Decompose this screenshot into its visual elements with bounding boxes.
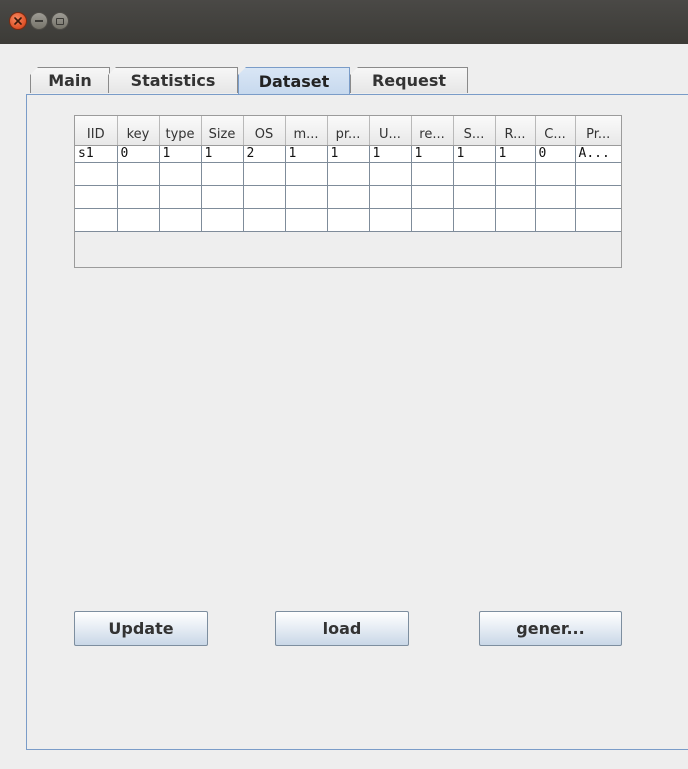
- table-body: s1 0 1 1 2 1 1 1 1 1 1 0 A...: [75, 145, 621, 232]
- table-cell[interactable]: [243, 162, 286, 186]
- tab-dataset-label: Dataset: [258, 71, 330, 91]
- column-header[interactable]: key: [117, 116, 160, 146]
- table-cell[interactable]: 0: [117, 145, 160, 163]
- table-cell[interactable]: [117, 208, 160, 232]
- table-cell[interactable]: [453, 162, 496, 186]
- table-cell[interactable]: [575, 208, 621, 232]
- table-cell[interactable]: [201, 185, 244, 209]
- table-cell[interactable]: [159, 208, 202, 232]
- column-header[interactable]: Pr...: [575, 116, 621, 146]
- column-header[interactable]: type: [159, 116, 202, 146]
- table-cell[interactable]: [327, 162, 370, 186]
- table-row[interactable]: [75, 208, 621, 232]
- app-window: Main Statistics Dataset Request IID key ty…: [0, 0, 688, 769]
- tab-request[interactable]: Request: [350, 67, 468, 93]
- table-cell[interactable]: [411, 208, 454, 232]
- close-glyph: [14, 17, 22, 25]
- maximize-icon[interactable]: [51, 12, 69, 30]
- table-row[interactable]: s1 0 1 1 2 1 1 1 1 1 1 0 A...: [75, 145, 621, 163]
- table-cell[interactable]: [327, 185, 370, 209]
- table-cell[interactable]: [535, 208, 576, 232]
- table-cell[interactable]: [575, 162, 621, 186]
- table-cell[interactable]: [453, 208, 496, 232]
- table-cell[interactable]: [369, 185, 412, 209]
- minimize-icon[interactable]: [30, 12, 48, 30]
- table-cell[interactable]: [495, 185, 536, 209]
- tab-statistics-label: Statistics: [130, 71, 216, 90]
- tab-request-label: Request: [371, 71, 447, 90]
- table-cell[interactable]: 1: [495, 145, 536, 163]
- table-cell[interactable]: [159, 185, 202, 209]
- table-cell[interactable]: [369, 162, 412, 186]
- table-cell[interactable]: [75, 185, 118, 209]
- generate-button[interactable]: gener...: [479, 611, 622, 646]
- column-header[interactable]: R...: [495, 116, 536, 146]
- table-cell[interactable]: s1: [75, 145, 118, 163]
- table-cell[interactable]: [75, 208, 118, 232]
- column-header[interactable]: m...: [285, 116, 328, 146]
- table-cell[interactable]: 1: [453, 145, 496, 163]
- table-cell[interactable]: 1: [285, 145, 328, 163]
- table-cell[interactable]: 1: [201, 145, 244, 163]
- table-cell[interactable]: [285, 208, 328, 232]
- table-cell[interactable]: [369, 208, 412, 232]
- column-header[interactable]: C...: [535, 116, 576, 146]
- table-cell[interactable]: [327, 208, 370, 232]
- table-cell[interactable]: [243, 208, 286, 232]
- table-cell[interactable]: 2: [243, 145, 286, 163]
- load-button[interactable]: load: [275, 611, 409, 646]
- table-cell[interactable]: 0: [535, 145, 576, 163]
- table-cell[interactable]: 1: [411, 145, 454, 163]
- table-cell[interactable]: A...: [575, 145, 621, 163]
- tab-statistics[interactable]: Statistics: [108, 67, 238, 93]
- dataset-table-container[interactable]: IID key type Size OS m... pr... U... re... S... R.…: [74, 115, 622, 268]
- column-header[interactable]: U...: [369, 116, 412, 146]
- table-cell[interactable]: [411, 185, 454, 209]
- table-cell[interactable]: [495, 208, 536, 232]
- table-header-row: IID key type Size OS m... pr... U... re... S... R.…: [75, 116, 621, 146]
- table-cell[interactable]: [535, 162, 576, 186]
- table-cell[interactable]: [453, 185, 496, 209]
- column-header[interactable]: OS: [243, 116, 286, 146]
- table-cell[interactable]: [535, 185, 576, 209]
- tab-dataset[interactable]: Dataset: [238, 67, 350, 94]
- table-cell[interactable]: [117, 162, 160, 186]
- column-header[interactable]: S...: [453, 116, 496, 146]
- table-cell[interactable]: [575, 185, 621, 209]
- table-cell[interactable]: 1: [327, 145, 370, 163]
- table-cell[interactable]: 1: [159, 145, 202, 163]
- table-row[interactable]: [75, 185, 621, 209]
- table-cell[interactable]: [285, 185, 328, 209]
- column-header[interactable]: pr...: [327, 116, 370, 146]
- table-cell[interactable]: [159, 162, 202, 186]
- table-cell[interactable]: [411, 162, 454, 186]
- table-cell[interactable]: 1: [369, 145, 412, 163]
- update-button[interactable]: Update: [74, 611, 208, 646]
- table-cell[interactable]: [201, 162, 244, 186]
- table-cell[interactable]: [243, 185, 286, 209]
- tab-main[interactable]: Main: [30, 67, 110, 93]
- table-cell[interactable]: [75, 162, 118, 186]
- table-cell[interactable]: [201, 208, 244, 232]
- close-icon[interactable]: [9, 12, 27, 30]
- table-cell[interactable]: [285, 162, 328, 186]
- tab-main-label: Main: [48, 71, 92, 90]
- column-header[interactable]: re...: [411, 116, 454, 146]
- title-bar[interactable]: [0, 0, 688, 44]
- column-header[interactable]: Size: [201, 116, 244, 146]
- table-cell[interactable]: [495, 162, 536, 186]
- dataset-table[interactable]: IID key type Size OS m... pr... U... re... S... R.…: [75, 116, 621, 232]
- table-row[interactable]: [75, 162, 621, 186]
- table-header: IID key type Size OS m... pr... U... re... S... R.…: [75, 116, 621, 146]
- table-cell[interactable]: [117, 185, 160, 209]
- column-header[interactable]: IID: [75, 116, 118, 146]
